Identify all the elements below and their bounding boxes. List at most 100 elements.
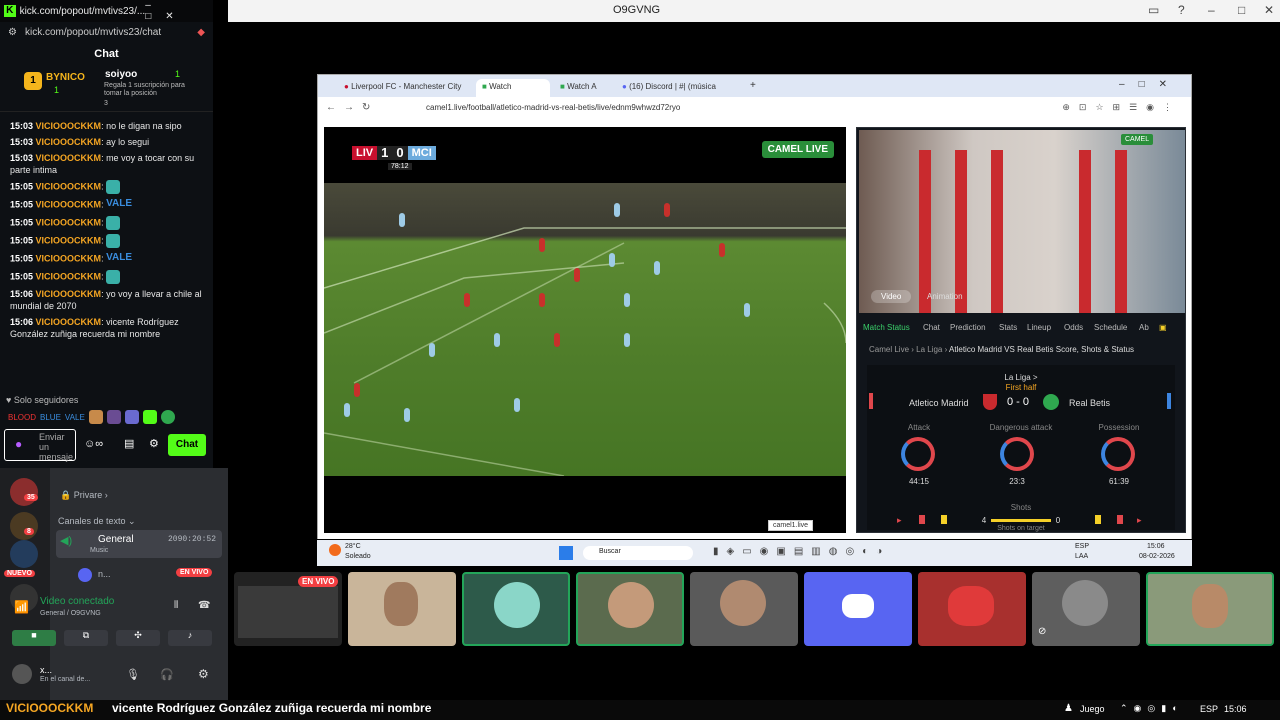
activities-button[interactable]: ✣	[116, 630, 160, 646]
nav-stats[interactable]: Stats	[999, 323, 1017, 332]
tile-participant-4[interactable]	[690, 572, 798, 646]
nav-prediction[interactable]: Prediction	[950, 323, 986, 332]
tile-participant-3[interactable]	[576, 572, 684, 646]
mute-mic-icon[interactable]: 🎙	[126, 668, 140, 681]
nav-chat[interactable]: Chat	[923, 323, 940, 332]
voice-channel: General / O9GVNG	[40, 610, 101, 617]
channel-general[interactable]: ◀) General 2090:20:52 Music	[56, 530, 222, 558]
main-video-player[interactable]: LIV 1 0 MCI 78:12 CAMEL LIVE	[324, 127, 846, 533]
video-tab[interactable]: Video	[871, 290, 912, 303]
rank-user[interactable]: BYNICO	[46, 72, 85, 83]
animation-tab[interactable]: Animation	[927, 292, 963, 301]
tab-watch-2[interactable]: ■ Watch A	[554, 79, 614, 97]
crumb-camel[interactable]: Camel Live	[869, 345, 909, 354]
new-tab-icon[interactable]: +	[750, 80, 756, 91]
store-icon[interactable]: ▤	[124, 437, 134, 450]
emote-blue[interactable]: BLUE	[40, 413, 61, 422]
minimize-icon[interactable]: –	[1208, 3, 1215, 17]
self-avatar[interactable]	[12, 664, 32, 684]
city-player	[624, 293, 630, 307]
message-user[interactable]: VICIOOOCKKM	[36, 137, 102, 147]
message-user[interactable]: VICIOOOCKKM	[36, 235, 102, 245]
emote-kick[interactable]	[142, 410, 157, 424]
window-controls[interactable]: –□✕	[145, 0, 205, 22]
tab-watch-1[interactable]: ■ Watch	[476, 79, 550, 97]
url-text[interactable]: camel1.live/football/atletico-madrid-vs-…	[426, 103, 680, 112]
message-user[interactable]: VICIOOOCKKM	[36, 121, 102, 131]
server-icon-1[interactable]	[10, 478, 38, 506]
emote-vale[interactable]: VALE	[65, 413, 85, 422]
tab-liverpool[interactable]: ● Liverpool FC - Manchester City	[338, 79, 470, 97]
browser-window-controls[interactable]: –□✕	[1119, 79, 1181, 90]
close-icon[interactable]: ✕	[1264, 3, 1274, 17]
tile-stream-share[interactable]: EN VIVO	[234, 572, 342, 646]
nav-buttons[interactable]: ←→↻	[326, 102, 378, 113]
message-user[interactable]: VICIOOOCKKM	[36, 181, 102, 191]
emote-blood[interactable]: BLOOD	[8, 413, 36, 422]
screen-icon[interactable]: ▭	[1148, 3, 1159, 17]
side-video[interactable]: CAMEL Video Animation	[859, 130, 1185, 313]
screen-share-button[interactable]: ⧉	[64, 630, 108, 646]
shots-away: 0	[1055, 516, 1061, 525]
tile-participant-7[interactable]: ⊘	[1032, 572, 1140, 646]
nav-more[interactable]: Ab	[1139, 323, 1149, 332]
headphones-icon[interactable]: 🎧	[160, 668, 174, 681]
disconnect-icon[interactable]: ☎	[198, 600, 210, 611]
discord-user-avatar[interactable]	[78, 568, 92, 582]
message-user[interactable]: VICIOOOCKKM	[36, 271, 102, 281]
taskbar-search[interactable]: Buscar	[583, 546, 693, 560]
tile-participant-5[interactable]	[804, 572, 912, 646]
settings-gear-icon[interactable]: ⚙	[149, 437, 159, 450]
nav-schedule[interactable]: Schedule	[1094, 323, 1127, 332]
expand-icon[interactable]: ▣	[1159, 323, 1167, 332]
discord-user-n[interactable]: n...	[98, 569, 111, 579]
nav-odds[interactable]: Odds	[1064, 323, 1083, 332]
tab-discord[interactable]: ● (16) Discord | #| (música	[616, 79, 736, 97]
send-chat-button[interactable]: Chat	[168, 434, 206, 456]
crumb-laliga[interactable]: La Liga	[916, 345, 942, 354]
microphone-icon[interactable]: ●	[15, 438, 22, 450]
tray-icons[interactable]: ⌃◉◎▮◐	[1120, 703, 1184, 714]
category-label[interactable]: Canales de texto ⌄	[58, 516, 136, 527]
maximize-icon[interactable]: □	[1238, 3, 1245, 17]
message-user[interactable]: VICIOOOCKKM	[36, 289, 102, 299]
shots-on-target-label: Shots on target	[997, 525, 1045, 532]
tile-participant-8[interactable]	[1146, 572, 1274, 646]
kick-url-bar[interactable]: ⚙ kick.com/popout/mvtivs23/chat ◆	[0, 22, 213, 42]
message-user[interactable]: VICIOOOCKKM	[36, 153, 102, 163]
emote-face-1[interactable]	[88, 410, 103, 424]
server-icon-2[interactable]	[10, 512, 38, 540]
emote-face-3[interactable]	[124, 410, 139, 424]
chat-input[interactable]: ● Enviar un mensaje	[4, 429, 76, 462]
message-user[interactable]: VICIOOOCKKM	[36, 253, 102, 263]
camera-button[interactable]: ■	[12, 630, 56, 646]
soundboard-button[interactable]: ♪	[168, 630, 212, 646]
private-label[interactable]: 🔒 Privare ›	[60, 490, 108, 501]
user-settings-icon[interactable]: ⚙	[198, 667, 209, 681]
noise-suppression-icon[interactable]: ⫴	[174, 600, 178, 611]
tab-watch-2-label: Watch A	[567, 82, 597, 91]
tile-participant-6[interactable]	[918, 572, 1026, 646]
tile-participant-2[interactable]	[462, 572, 570, 646]
taskbar-apps[interactable]: ▮◈▭◉▣▤▥◍◎◐◑	[713, 546, 890, 557]
nav-match-status[interactable]: Match Status	[863, 323, 910, 332]
tile-participant-1[interactable]	[348, 572, 456, 646]
help-icon[interactable]: ?	[1178, 3, 1185, 17]
message-user[interactable]: VICIOOOCKKM	[36, 217, 102, 227]
emote-face-2[interactable]	[106, 410, 121, 424]
server-icon-3[interactable]	[10, 540, 38, 568]
emote-picker-icon[interactable]: ☺∞	[84, 438, 103, 450]
emote-ball[interactable]	[160, 410, 175, 424]
inner-date: 08-02-2026	[1139, 553, 1175, 560]
breadcrumb: Camel Live › La Liga › Atletico Madrid V…	[869, 345, 1135, 354]
message-user[interactable]: VICIOOOCKKM	[36, 199, 102, 209]
brave-shield-icon[interactable]: ◆	[197, 27, 205, 38]
site-info-icon[interactable]: ⚙	[8, 27, 17, 38]
inner-taskbar: 28°C Soleado Buscar ▮◈▭◉▣▤▥◍◎◐◑ ESP LAA …	[317, 540, 1192, 566]
league-label[interactable]: La Liga >	[867, 373, 1175, 382]
message-user[interactable]: VICIOOOCKKM	[36, 317, 102, 327]
browser-toolbar-icons[interactable]: ⊕⊡☆⊞☰◉⋮	[1062, 102, 1181, 113]
pinned-user[interactable]: soiyoo	[105, 69, 137, 80]
nav-lineup[interactable]: Lineup	[1027, 323, 1051, 332]
windows-start-icon[interactable]	[559, 546, 573, 560]
